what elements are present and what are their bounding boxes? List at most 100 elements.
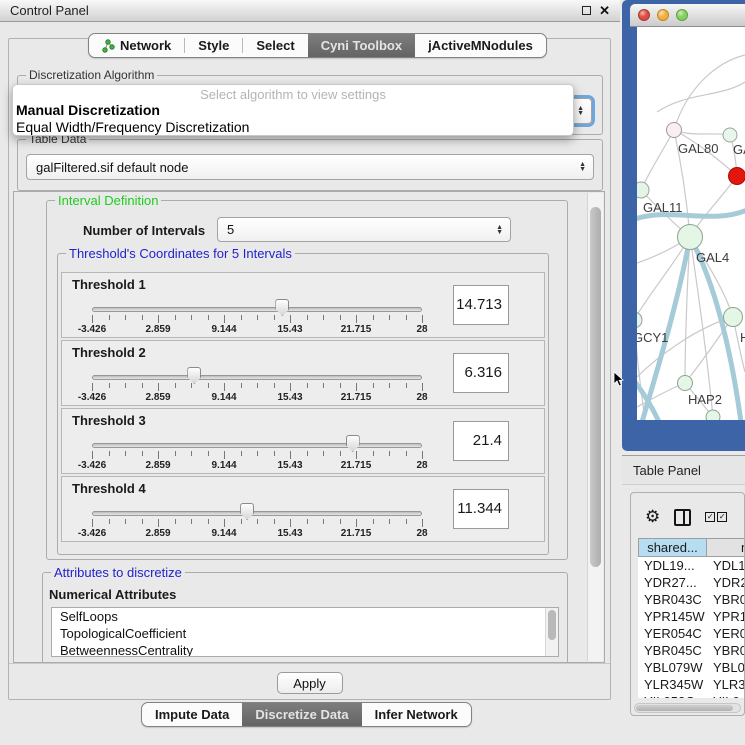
axis-tick bbox=[125, 383, 126, 388]
close-traffic-light[interactable] bbox=[638, 9, 650, 21]
num-intervals-label: Number of Intervals bbox=[83, 223, 205, 238]
network-node[interactable] bbox=[678, 225, 703, 250]
threshold-slider-track[interactable] bbox=[92, 443, 422, 448]
axis-tick bbox=[92, 315, 93, 323]
table-cell[interactable]: YPR145W bbox=[638, 608, 707, 625]
column-header-shared-name[interactable]: shared... bbox=[638, 538, 707, 557]
checkbox-icon[interactable]: ✓ bbox=[717, 512, 727, 522]
close-icon[interactable]: ✕ bbox=[599, 6, 610, 16]
threshold-slider-thumb[interactable] bbox=[187, 367, 201, 384]
threshold-slider-thumb[interactable] bbox=[346, 435, 360, 452]
table-row[interactable]: YBR045CYBR0 bbox=[638, 642, 745, 659]
network-window-titlebar[interactable] bbox=[630, 4, 745, 27]
table-horizontal-scrollbar[interactable] bbox=[634, 703, 741, 713]
table-cell[interactable]: YER0 bbox=[707, 625, 745, 642]
network-node[interactable] bbox=[637, 312, 642, 328]
tab-cyni-toolbox[interactable]: Cyni Toolbox bbox=[308, 34, 415, 57]
table-row[interactable]: YIL052CYIL0 bbox=[638, 693, 745, 698]
control-panel-tabbar: Network Style Select Cyni Toolbox jActiv… bbox=[88, 33, 547, 58]
network-node[interactable] bbox=[637, 182, 649, 198]
network-canvas[interactable]: GAL80GAGAL11GAL4GCY1HHAP2 bbox=[637, 27, 745, 420]
table-cell[interactable]: YER054C bbox=[638, 625, 707, 642]
table-cell[interactable]: YBR043C bbox=[638, 591, 707, 608]
network-node[interactable] bbox=[729, 168, 745, 185]
panel-scrollbar-thumb[interactable] bbox=[590, 207, 601, 567]
tab-impute-data[interactable]: Impute Data bbox=[142, 703, 242, 726]
attribute-list-item[interactable]: TopologicalCoefficient bbox=[52, 625, 558, 642]
split-view-icon[interactable] bbox=[674, 509, 691, 526]
table-cell[interactable]: YPR1 bbox=[707, 608, 745, 625]
axis-tick-label: 9.144 bbox=[211, 528, 236, 539]
cyni-toolbox-panel: Discretization Algorithm ▲▼ Table Data g… bbox=[8, 38, 611, 700]
tab-jactivemnodules[interactable]: jActiveMNodules bbox=[415, 34, 546, 57]
axis-tick bbox=[356, 519, 357, 527]
network-node[interactable] bbox=[723, 128, 737, 142]
tab-select[interactable]: Select bbox=[243, 34, 307, 57]
table-hscroll-thumb[interactable] bbox=[636, 705, 733, 711]
gear-icon[interactable]: ⚙ bbox=[645, 508, 660, 526]
axis-tick-label: 21.715 bbox=[341, 528, 372, 539]
minimize-traffic-light[interactable] bbox=[657, 9, 669, 21]
popup-option-equal-width-frequency[interactable]: Equal Width/Frequency Discretization bbox=[13, 119, 573, 136]
table-row[interactable]: YBR043CYBR0 bbox=[638, 591, 745, 608]
apply-button[interactable]: Apply bbox=[277, 672, 343, 694]
table-row[interactable]: YDR27...YDR2 bbox=[638, 574, 745, 591]
threshold-slider-track[interactable] bbox=[92, 307, 422, 312]
axis-tick bbox=[208, 383, 209, 388]
float-window-icon[interactable] bbox=[582, 6, 591, 15]
table-row[interactable]: YPR145WYPR1 bbox=[638, 608, 745, 625]
zoom-traffic-light[interactable] bbox=[676, 9, 688, 21]
table-cell[interactable]: YIL0 bbox=[707, 693, 745, 698]
table-cell[interactable]: YDR2 bbox=[707, 574, 745, 591]
tab-style[interactable]: Style bbox=[185, 34, 242, 57]
axis-tick bbox=[175, 451, 176, 456]
table-cell[interactable]: YLR345W bbox=[638, 676, 707, 693]
table-row[interactable]: YDL19...YDL1 bbox=[638, 557, 745, 574]
checkbox-icon[interactable]: ✓ bbox=[705, 512, 715, 522]
attribute-list-item[interactable]: BetweennessCentrality bbox=[52, 642, 558, 657]
table-cell[interactable]: YLR3 bbox=[707, 676, 745, 693]
tab-discretize-data[interactable]: Discretize Data bbox=[242, 703, 361, 726]
table-cell[interactable]: YBR0 bbox=[707, 591, 745, 608]
threshold-slider-track[interactable] bbox=[92, 375, 422, 380]
network-node[interactable] bbox=[667, 123, 682, 138]
axis-tick bbox=[109, 519, 110, 524]
table-cell[interactable]: YBR045C bbox=[638, 642, 707, 659]
network-node[interactable] bbox=[706, 410, 720, 420]
panel-scrollbar[interactable] bbox=[587, 193, 603, 661]
threshold-slider-thumb[interactable] bbox=[275, 299, 289, 316]
attribute-list-scrollbar[interactable] bbox=[545, 608, 558, 656]
table-row[interactable]: YLR345WYLR3 bbox=[638, 676, 745, 693]
table-cell[interactable]: YBL0 bbox=[707, 659, 745, 676]
node-label-h: H bbox=[740, 330, 745, 345]
table-cell[interactable]: YDL19... bbox=[638, 557, 707, 574]
table-cell[interactable]: YBL079W bbox=[638, 659, 707, 676]
table-row[interactable]: YER054CYER0 bbox=[638, 625, 745, 642]
threshold-value-field[interactable]: 11.344 bbox=[453, 489, 509, 529]
column-visibility-icons[interactable]: ✓ ✓ bbox=[705, 512, 727, 522]
network-node[interactable] bbox=[678, 376, 693, 391]
num-intervals-select[interactable]: 5 ▲▼ bbox=[217, 217, 511, 242]
table-data-select[interactable]: galFiltered.sif default node ▲▼ bbox=[26, 154, 594, 180]
threshold-value-field[interactable]: 21.4 bbox=[453, 421, 509, 461]
column-header-name[interactable]: n bbox=[707, 538, 745, 557]
table-cell[interactable]: YIL052C bbox=[638, 693, 707, 698]
threshold-value-field[interactable]: 6.316 bbox=[453, 353, 509, 393]
table-cell[interactable]: YBR0 bbox=[707, 642, 745, 659]
axis-tick bbox=[142, 451, 143, 456]
axis-tick-label: 2.859 bbox=[145, 460, 170, 471]
table-row[interactable]: YBL079WYBL0 bbox=[638, 659, 745, 676]
threshold-slider-thumb[interactable] bbox=[240, 503, 254, 520]
network-node[interactable] bbox=[724, 308, 743, 327]
tab-network[interactable]: Network bbox=[89, 34, 184, 57]
axis-tick bbox=[290, 519, 291, 527]
axis-tick-label: 9.144 bbox=[211, 460, 236, 471]
threshold-value-field[interactable]: 14.713 bbox=[453, 285, 509, 325]
popup-option-manual-discretization[interactable]: Manual Discretization bbox=[13, 102, 573, 119]
attribute-list-item[interactable]: SelfLoops bbox=[52, 608, 558, 625]
table-cell[interactable]: YDR27... bbox=[638, 574, 707, 591]
threshold-slider-track[interactable] bbox=[92, 511, 422, 516]
table-cell[interactable]: YDL1 bbox=[707, 557, 745, 574]
tab-infer-network[interactable]: Infer Network bbox=[362, 703, 471, 726]
axis-tick bbox=[208, 519, 209, 524]
